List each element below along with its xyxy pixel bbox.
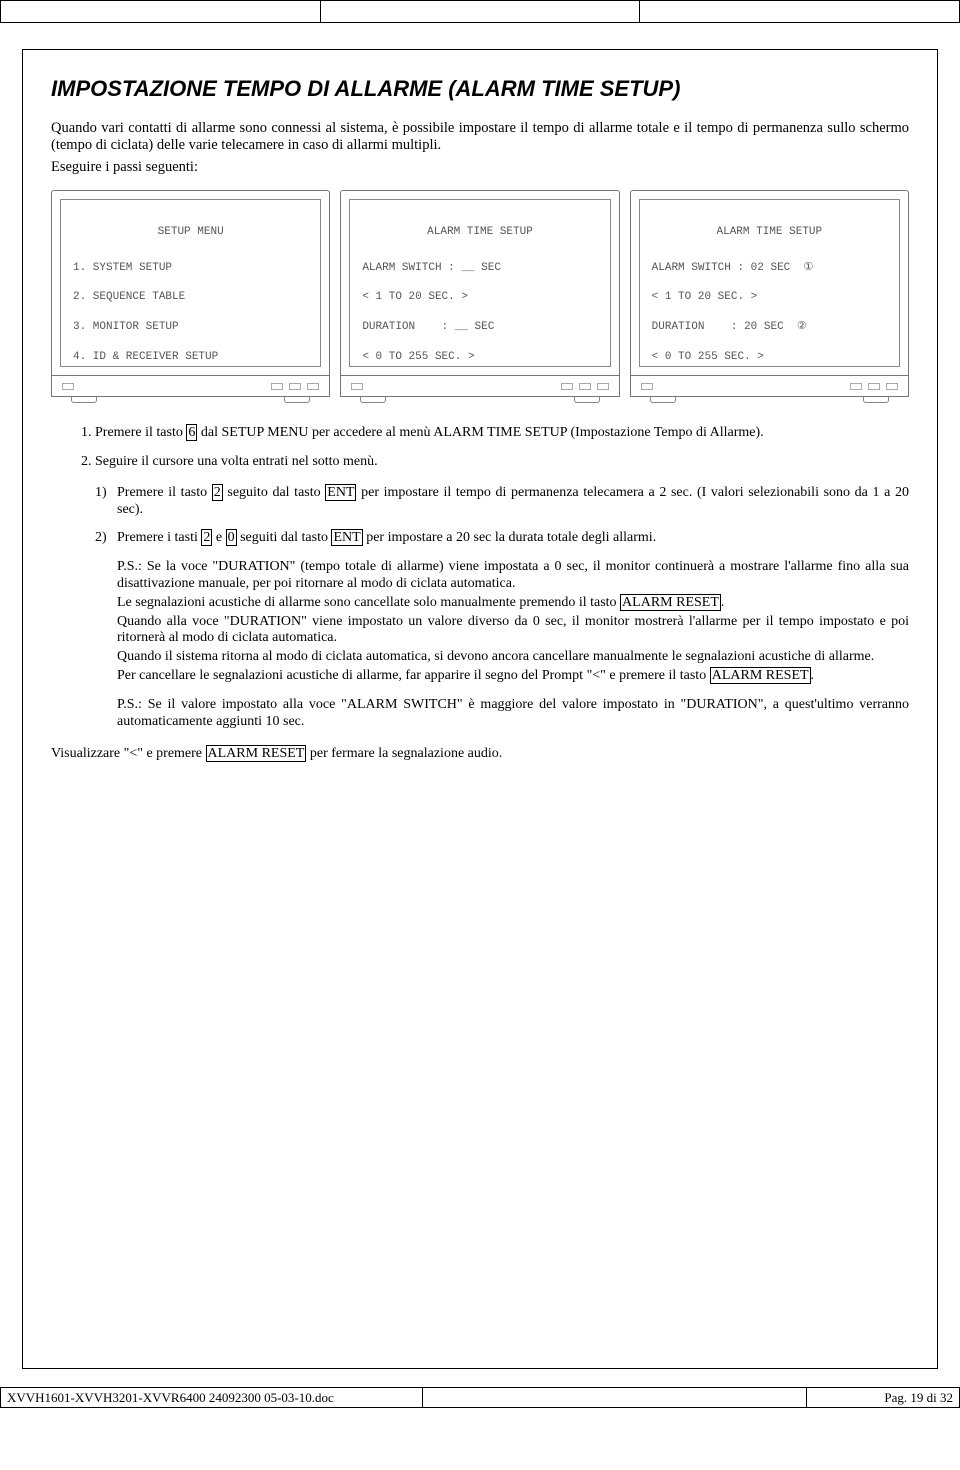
t: per impostare a 20 sec la durata totale … <box>363 530 657 545</box>
screen-line: 1. SYSTEM SETUP <box>73 261 308 276</box>
key-box: ALARM RESET <box>206 745 307 762</box>
screen-line: < 1 TO 20 SEC. > <box>362 290 597 305</box>
screen-title: ALARM TIME SETUP <box>652 225 887 240</box>
footer-mid <box>422 1388 806 1408</box>
t: . <box>721 595 725 610</box>
monitor-1: SETUP MENU 1. SYSTEM SETUP 2. SEQUENCE T… <box>51 190 330 403</box>
monitor-screen: ALARM TIME SETUP ALARM SWITCH : __ SEC <… <box>349 199 610 367</box>
foot-icon <box>574 397 600 403</box>
key-box: 0 <box>226 529 237 546</box>
t: Visualizzare "<" e premere <box>51 746 206 761</box>
base-button-icon <box>351 383 363 390</box>
step-text: Premere il tasto <box>95 425 186 440</box>
key-box: ALARM RESET <box>710 667 811 684</box>
t: Le segnalazioni acustiche di allarme son… <box>117 595 620 610</box>
ps-line: P.S.: Se la voce "DURATION" (tempo total… <box>117 559 909 593</box>
base-button-icon <box>850 383 862 390</box>
screen-title: SETUP MENU <box>73 225 308 240</box>
screen-line: DURATION : __ SEC <box>362 320 597 335</box>
intro-paragraph: Quando vari contatti di allarme sono con… <box>51 120 909 155</box>
foot-icon <box>650 397 676 403</box>
base-button-icon <box>886 383 898 390</box>
t: e <box>212 530 225 545</box>
t: seguiti dal tasto <box>237 530 332 545</box>
foot-icon <box>71 397 97 403</box>
footer-table: XVVH1601-XVVH3201-XVVR6400 24092300 05-0… <box>0 1387 960 1408</box>
ps-line: Quando alla voce "DURATION" viene impost… <box>117 614 909 648</box>
key-box: 2 <box>212 484 223 501</box>
key-box: 6 <box>186 424 197 441</box>
key-box: ENT <box>331 529 362 546</box>
ps-line: Per cancellare le segnalazioni acustiche… <box>117 668 909 685</box>
footer-left: XVVH1601-XVVH3201-XVVR6400 24092300 05-0… <box>1 1388 423 1408</box>
ps-line: Quando il sistema ritorna al modo di cic… <box>117 649 909 666</box>
foot-icon <box>863 397 889 403</box>
screen-title: ALARM TIME SETUP <box>362 225 597 240</box>
monitor-2: ALARM TIME SETUP ALARM SWITCH : __ SEC <… <box>340 190 619 403</box>
foot-icon <box>284 397 310 403</box>
base-button-icon <box>289 383 301 390</box>
monitor-bezel: SETUP MENU 1. SYSTEM SETUP 2. SEQUENCE T… <box>51 190 330 375</box>
screen-line: < 0 TO 255 SEC. > <box>362 350 597 365</box>
monitor-screen: ALARM TIME SETUP ALARM SWITCH : 02 SEC ①… <box>639 199 900 367</box>
sub-step-1: 1) Premere il tasto 2 seguito dal tasto … <box>117 485 909 519</box>
step-2: Seguire il cursore una volta entrati nel… <box>95 454 909 730</box>
screen-line: ALARM SWITCH : __ SEC <box>362 261 597 276</box>
base-button-icon <box>307 383 319 390</box>
t: Premere il tasto <box>117 485 212 500</box>
sub-steps: 1) Premere il tasto 2 seguito dal tasto … <box>95 485 909 547</box>
screen-line: DURATION : 20 SEC ② <box>652 320 887 335</box>
base-button-icon <box>868 383 880 390</box>
ps-block: P.S.: Se la voce "DURATION" (tempo total… <box>95 559 909 730</box>
t: Premere i tasti <box>117 530 201 545</box>
monitor-base <box>51 375 330 397</box>
monitor-3: ALARM TIME SETUP ALARM SWITCH : 02 SEC ①… <box>630 190 909 403</box>
screen-line: < 1 TO 20 SEC. > <box>652 290 887 305</box>
monitors-row: SETUP MENU 1. SYSTEM SETUP 2. SEQUENCE T… <box>51 190 909 403</box>
footer-right: Pag. 19 di 32 <box>806 1388 959 1408</box>
page-frame: IMPOSTAZIONE TEMPO DI ALLARME (ALARM TIM… <box>22 49 938 1369</box>
monitor-feet <box>51 397 330 403</box>
base-button-icon <box>641 383 653 390</box>
page-title: IMPOSTAZIONE TEMPO DI ALLARME (ALARM TIM… <box>51 76 909 102</box>
screen-line: 2. SEQUENCE TABLE <box>73 290 308 305</box>
monitor-bezel: ALARM TIME SETUP ALARM SWITCH : __ SEC <… <box>340 190 619 375</box>
base-button-icon <box>271 383 283 390</box>
monitor-feet <box>340 397 619 403</box>
screen-line: < 0 TO 255 SEC. > <box>652 350 887 365</box>
monitor-base <box>630 375 909 397</box>
monitor-bezel: ALARM TIME SETUP ALARM SWITCH : 02 SEC ①… <box>630 190 909 375</box>
base-button-icon <box>579 383 591 390</box>
sub-num: 2) <box>95 530 107 547</box>
base-button-icon <box>62 383 74 390</box>
ps-line: P.S.: Se il valore impostato alla voce "… <box>117 697 909 731</box>
t: per fermare la segnalazione audio. <box>306 746 502 761</box>
intro-follow: Eseguire i passi seguenti: <box>51 159 909 176</box>
screen-line: ALARM SWITCH : 02 SEC ① <box>652 261 887 276</box>
base-button-icon <box>561 383 573 390</box>
monitor-base <box>340 375 619 397</box>
top-empty-table <box>0 0 960 23</box>
t: seguito dal tasto <box>223 485 326 500</box>
t: . <box>811 668 815 683</box>
step-text: dal SETUP MENU per accedere al menù ALAR… <box>197 425 763 440</box>
key-box: ALARM RESET <box>620 594 721 611</box>
base-button-icon <box>597 383 609 390</box>
screen-line: 3. MONITOR SETUP <box>73 320 308 335</box>
monitor-feet <box>630 397 909 403</box>
monitor-screen: SETUP MENU 1. SYSTEM SETUP 2. SEQUENCE T… <box>60 199 321 367</box>
final-line: Visualizzare "<" e premere ALARM RESET p… <box>51 746 909 763</box>
key-box: 2 <box>201 529 212 546</box>
sub-num: 1) <box>95 485 107 502</box>
ps-line: Le segnalazioni acustiche di allarme son… <box>117 595 909 612</box>
foot-icon <box>360 397 386 403</box>
step-1: Premere il tasto 6 dal SETUP MENU per ac… <box>95 425 909 442</box>
step-text: Seguire il cursore una volta entrati nel… <box>95 454 378 469</box>
key-box: ENT <box>325 484 356 501</box>
t: Per cancellare le segnalazioni acustiche… <box>117 668 710 683</box>
sub-step-2: 2) Premere i tasti 2 e 0 seguiti dal tas… <box>117 530 909 547</box>
screen-line: 4. ID & RECEIVER SETUP <box>73 350 308 365</box>
steps-list: Premere il tasto 6 dal SETUP MENU per ac… <box>51 425 909 730</box>
